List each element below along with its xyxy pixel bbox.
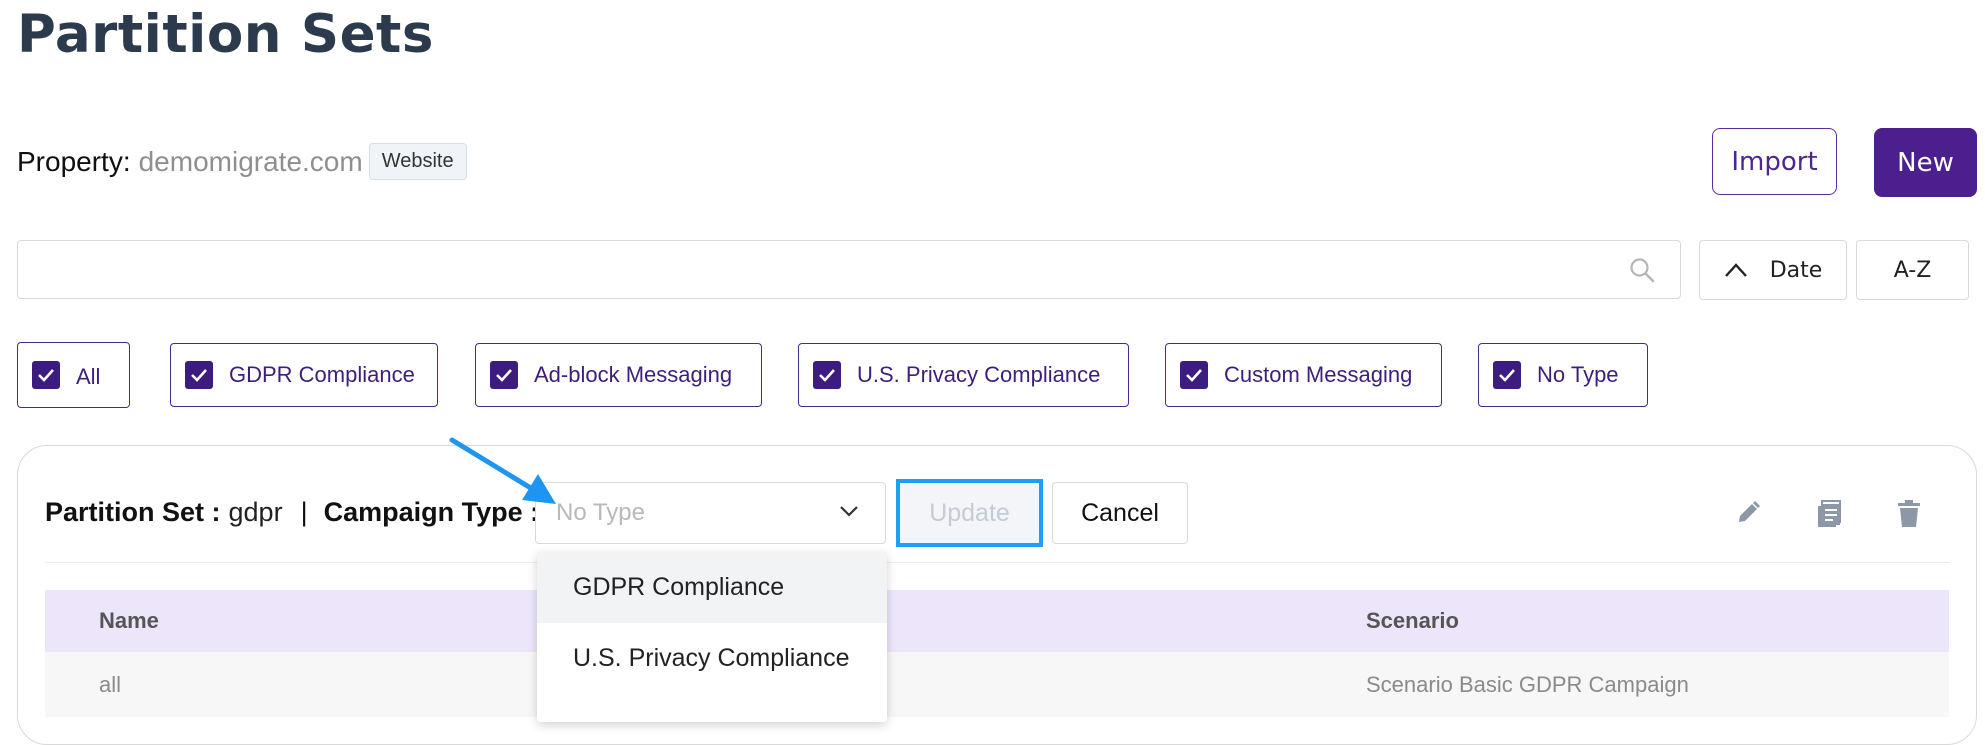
checkbox-checked-icon bbox=[1493, 361, 1521, 389]
checkbox-checked-icon bbox=[32, 361, 60, 389]
campaign-type-select[interactable]: No Type bbox=[535, 482, 886, 544]
property-type-badge: Website bbox=[368, 143, 467, 180]
filter-label: U.S. Privacy Compliance bbox=[857, 362, 1101, 387]
sort-az-button[interactable]: A-Z bbox=[1856, 240, 1969, 300]
chevron-up-icon bbox=[1724, 263, 1747, 277]
checkbox-checked-icon bbox=[490, 361, 518, 389]
campaign-type-value: No Type bbox=[556, 499, 645, 526]
cancel-button[interactable]: Cancel bbox=[1052, 482, 1188, 544]
chevron-down-icon bbox=[840, 506, 858, 517]
checkbox-checked-icon bbox=[185, 361, 213, 389]
card-divider bbox=[45, 562, 1950, 563]
page-title: Partition Sets bbox=[17, 4, 434, 65]
filter-chip-us-privacy[interactable]: U.S. Privacy Compliance bbox=[798, 343, 1129, 407]
search-icon bbox=[1629, 257, 1655, 288]
trash-icon[interactable] bbox=[1896, 500, 1922, 533]
edit-icon[interactable] bbox=[1735, 500, 1761, 531]
campaign-type-dropdown-menu: GDPR Compliance U.S. Privacy Compliance bbox=[537, 552, 887, 722]
filter-chip-custom[interactable]: Custom Messaging bbox=[1165, 343, 1442, 407]
filter-label: No Type bbox=[1537, 362, 1619, 387]
dropdown-option-gdpr[interactable]: GDPR Compliance bbox=[537, 552, 887, 623]
dropdown-option-us-privacy[interactable]: U.S. Privacy Compliance bbox=[537, 623, 887, 694]
sort-date-button[interactable]: Date bbox=[1699, 240, 1847, 300]
cell-name: all bbox=[99, 672, 122, 697]
table-header: Name Scenario bbox=[45, 590, 1949, 652]
filter-chip-no-type[interactable]: No Type bbox=[1478, 343, 1648, 407]
partition-set-name: gdpr bbox=[228, 496, 283, 527]
filter-chip-gdpr[interactable]: GDPR Compliance bbox=[170, 343, 438, 407]
cell-scenario: Scenario Basic GDPR Campaign bbox=[1366, 672, 1689, 697]
property-label: Property: bbox=[17, 145, 131, 177]
property-value: demomigrate.com bbox=[138, 145, 363, 177]
checkbox-checked-icon bbox=[1180, 361, 1208, 389]
update-button[interactable]: Update bbox=[896, 479, 1043, 547]
filter-chip-adblock[interactable]: Ad-block Messaging bbox=[475, 343, 762, 407]
filter-label: Ad-block Messaging bbox=[534, 362, 733, 387]
table-row[interactable]: all Scenario Basic GDPR Campaign bbox=[45, 652, 1949, 717]
sort-date-label: Date bbox=[1769, 257, 1823, 283]
property-info: Property: demomigrate.com Website bbox=[17, 143, 467, 180]
filter-chip-all[interactable]: All bbox=[17, 342, 130, 408]
new-button[interactable]: New bbox=[1874, 128, 1977, 197]
filter-label: All bbox=[76, 364, 101, 389]
partition-set-label: Partition Set : bbox=[45, 496, 221, 527]
checkbox-checked-icon bbox=[813, 361, 841, 389]
sort-az-label: A-Z bbox=[1893, 257, 1932, 283]
search-input[interactable] bbox=[17, 240, 1681, 299]
column-header-name: Name bbox=[99, 608, 159, 633]
header-separator: | bbox=[300, 496, 308, 527]
annotation-arrow-icon bbox=[449, 437, 556, 504]
filter-label: Custom Messaging bbox=[1224, 362, 1413, 387]
filter-label: GDPR Compliance bbox=[229, 362, 415, 387]
import-button[interactable]: Import bbox=[1712, 128, 1837, 195]
column-header-scenario: Scenario bbox=[1366, 608, 1459, 633]
copy-icon[interactable] bbox=[1816, 500, 1842, 533]
